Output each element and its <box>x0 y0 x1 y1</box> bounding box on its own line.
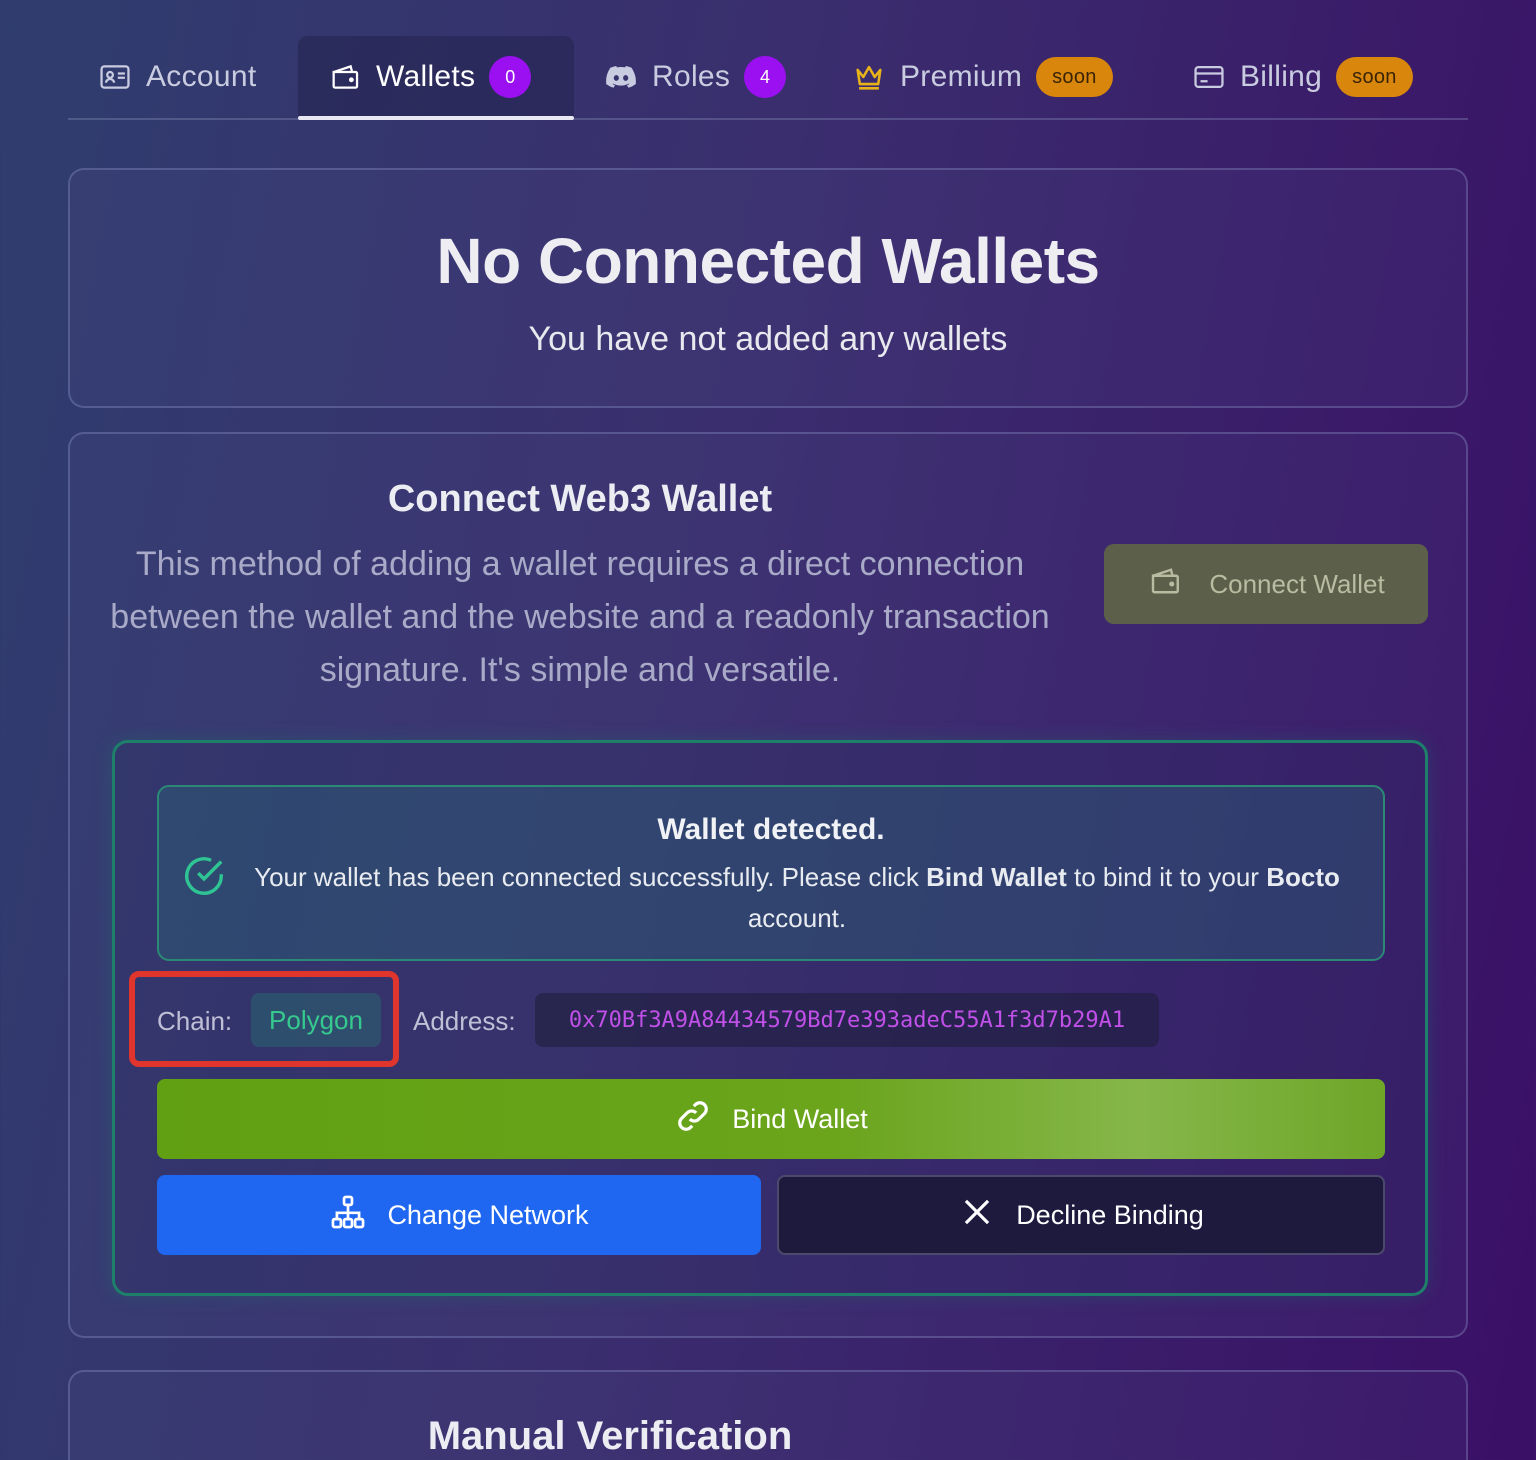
wallet-detected-message: Your wallet has been connected successfu… <box>254 862 1340 933</box>
link-icon <box>674 1097 712 1142</box>
no-wallets-subtitle: You have not added any wallets <box>528 320 1008 358</box>
tab-roles-label: Roles <box>652 60 731 93</box>
decline-binding-button[interactable]: Decline Binding <box>777 1175 1385 1255</box>
chain-value: Polygon <box>251 993 381 1047</box>
address-label: Address: <box>413 1006 516 1036</box>
wallet-icon <box>1147 563 1183 606</box>
bind-wallet-emphasis: Bind Wallet <box>926 862 1067 892</box>
roles-count-badge: 4 <box>744 56 787 98</box>
tab-wallets[interactable]: Wallets 0 <box>298 36 574 120</box>
tab-premium-label: Premium <box>900 60 1023 93</box>
tab-bar: Account Wallets 0 Roles 4 Premium soon B… <box>68 36 1468 120</box>
bocto-emphasis: Bocto <box>1266 862 1340 892</box>
connect-web3-title: Connect Web3 Wallet <box>387 478 773 520</box>
billing-soon-badge: soon <box>1336 57 1413 97</box>
connect-web3-card: Connect Web3 Wallet This method of addin… <box>68 432 1468 1338</box>
no-wallets-card: No Connected Wallets You have not added … <box>68 168 1468 408</box>
wallet-detected-title: Wallet detected. <box>657 813 885 846</box>
close-icon <box>958 1193 996 1238</box>
wallet-info-row: Chain: Polygon Address: 0x70Bf3A9A844345… <box>129 971 1357 1067</box>
network-icon <box>329 1193 367 1238</box>
tab-roles[interactable]: Roles 4 <box>604 36 804 118</box>
decline-binding-label: Decline Binding <box>1016 1199 1204 1230</box>
id-card-icon <box>98 60 132 94</box>
connect-web3-description: This method of adding a wallet requires … <box>110 545 1050 689</box>
connect-wallet-label: Connect Wallet <box>1209 568 1385 599</box>
bind-wallet-panel: Wallet detected. Your wallet has been co… <box>112 740 1428 1296</box>
premium-soon-badge: soon <box>1036 57 1113 97</box>
manual-verification-title: Manual Verification <box>427 1414 793 1458</box>
address-value: 0x70Bf3A9A84434579Bd7e393adeC55A1f3d7b29… <box>535 993 1159 1047</box>
bind-wallet-button[interactable]: Bind Wallet <box>157 1079 1385 1159</box>
tab-wallets-label: Wallets <box>376 60 476 93</box>
wallet-detected-alert: Wallet detected. Your wallet has been co… <box>157 785 1385 961</box>
tab-account[interactable]: Account <box>98 36 298 118</box>
crown-icon <box>852 60 886 94</box>
tab-billing[interactable]: Billing soon <box>1192 36 1452 118</box>
discord-icon <box>604 60 638 94</box>
tab-billing-label: Billing <box>1240 60 1323 93</box>
tab-account-label: Account <box>146 60 257 93</box>
chain-label: Chain: <box>157 1006 233 1036</box>
change-network-button[interactable]: Change Network <box>157 1175 761 1255</box>
wallets-count-badge: 0 <box>489 56 532 98</box>
manual-verification-card: Manual Verification <box>68 1370 1468 1460</box>
no-wallets-title: No Connected Wallets <box>436 225 1100 297</box>
change-network-label: Change Network <box>387 1199 589 1230</box>
bind-wallet-label: Bind Wallet <box>732 1103 868 1134</box>
wallet-icon <box>328 60 362 94</box>
credit-card-icon <box>1192 60 1226 94</box>
check-circle-icon <box>181 853 227 899</box>
tab-premium[interactable]: Premium soon <box>852 36 1142 118</box>
connect-wallet-button[interactable]: Connect Wallet <box>1104 544 1428 624</box>
